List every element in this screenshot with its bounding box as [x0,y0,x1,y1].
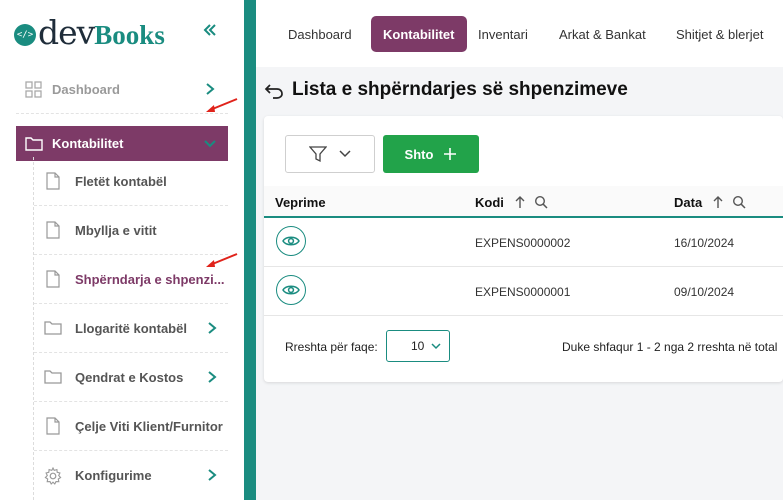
rows-per-page-select[interactable]: 10 [386,330,450,362]
sort-arrow-up-icon[interactable] [712,195,724,209]
chevron-right-icon [204,320,220,336]
sidebar-subitem-mbyllja-e-vitit[interactable]: Mbyllja e vitit [34,206,228,255]
sort-arrow-up-icon[interactable] [514,195,526,209]
filter-funnel-icon [309,146,327,163]
sidebar-subitem-label: Çelje Viti Klient/Furnitor [75,418,223,434]
sidebar: </> dev Books Dashboard Kontabilitet Fle… [0,0,244,500]
folder-icon [43,367,63,387]
search-icon[interactable] [732,195,746,209]
column-title: Kodi [475,194,504,210]
tab-shitjet-blerjet[interactable]: Shitjet & blerjet [664,16,775,52]
cell-date: 09/10/2024 [674,284,735,299]
sidebar-subitem-label: Shpërndarja e shpenzi... [75,271,225,287]
page-header: Lista e shpërndarjes së shpenzimeve [264,78,628,102]
view-button[interactable] [276,226,306,256]
filter-button[interactable] [285,135,375,173]
sidebar-subitem-shperndarja[interactable]: Shpërndarja e shpenzi... [34,255,228,304]
eye-icon [282,236,300,246]
top-navigation: Dashboard Kontabilitet Inventari Arkat &… [256,0,783,67]
add-button[interactable]: Shto [383,135,479,173]
code-badge-icon: </> [14,24,36,46]
annotation-arrow-icon [206,98,238,112]
chevron-down-icon [431,342,441,349]
document-icon [43,220,63,240]
gear-icon [43,466,63,486]
chevron-down-icon [202,136,218,152]
chevron-down-icon [339,150,351,158]
sidebar-subitem-celje-viti[interactable]: Çelje Viti Klient/Furnitor [34,402,228,451]
sidebar-subitem-label: Qendrat e Kostos [75,369,184,385]
column-title: Veprime [275,194,326,210]
sidebar-subitem-fletet-kontabel[interactable]: Fletët kontabël [34,157,228,206]
plus-icon [444,148,457,160]
column-title: Data [674,194,703,210]
collapse-sidebar-button[interactable] [199,18,221,42]
tab-dashboard[interactable]: Dashboard [276,16,364,52]
tab-kontabilitet[interactable]: Kontabilitet [371,16,467,52]
sidebar-subitem-label: Konfigurime [75,468,152,483]
add-button-label: Shto [404,146,434,162]
sidebar-subnav-kontabilitet: Fletët kontabël Mbyllja e vitit Shpërnda… [33,157,228,500]
sidebar-nav: Dashboard Kontabilitet [16,66,228,161]
tab-arkat-bankat[interactable]: Arkat & Bankat [547,16,658,52]
sidebar-subitem-qendrat-e-kostos[interactable]: Qendrat e Kostos [34,353,228,402]
grid-icon [24,80,44,100]
double-chevron-left-icon [203,24,216,36]
tab-inventari[interactable]: Inventari [466,16,540,52]
list-card: Shto Veprime Kodi Data EXPENS0000002 16/… [264,116,783,382]
sidebar-item-dashboard[interactable]: Dashboard [16,66,228,114]
chevron-right-icon [204,369,220,385]
document-icon [43,269,63,289]
sidebar-subitem-label: Mbyllja e vitit [75,222,157,238]
table-row: EXPENS0000002 16/10/2024 [264,218,783,267]
pagination-bar: Rreshta për faqe: 10 Duke shfaqur 1 - 2 … [264,330,783,364]
chevron-right-icon [204,467,220,483]
page-title: Lista e shpërndarjes së shpenzimeve [292,79,628,100]
rows-per-page-label: Rreshta për faqe: [285,340,378,354]
sidebar-subitem-konfigurime[interactable]: Konfigurime [34,451,228,500]
document-icon [43,171,63,191]
cell-code: EXPENS0000002 [475,235,571,250]
document-icon [43,416,63,436]
sidebar-subitem-label: Llogaritë kontabël [75,320,187,336]
sidebar-item-kontabilitet[interactable]: Kontabilitet [16,126,228,161]
pagination-info: Duke shfaqur 1 - 2 nga 2 rreshta në tota… [562,340,778,354]
cell-code: EXPENS0000001 [475,284,571,299]
table-row: EXPENS0000001 09/10/2024 [264,267,783,316]
logo-books-text: Books [94,19,165,50]
eye-icon [282,285,300,295]
back-arrow-icon[interactable] [264,80,284,100]
search-icon[interactable] [534,195,548,209]
column-header-veprime: Veprime [275,186,326,218]
column-header-data[interactable]: Data [674,186,746,218]
view-button[interactable] [276,275,306,305]
folder-icon [43,318,63,338]
sidebar-divider [244,0,256,500]
logo-dev-text: dev [38,12,95,52]
rows-per-page-value: 10 [411,339,425,353]
sidebar-subitem-label: Fletët kontabël [75,173,167,189]
main-content: Dashboard Kontabilitet Inventari Arkat &… [256,0,783,500]
sidebar-item-label: Kontabilitet [52,136,124,151]
folder-icon [24,134,44,154]
sidebar-subitem-llogarite-kontabel[interactable]: Llogaritë kontabël [34,304,228,353]
sidebar-item-label: Dashboard [52,82,120,97]
annotation-arrow-icon [206,253,238,267]
table-header: Veprime Kodi Data [264,186,783,218]
expense-distribution-table: Veprime Kodi Data EXPENS0000002 16/10/20… [264,186,783,316]
cell-date: 16/10/2024 [674,235,735,250]
chevron-right-icon [202,81,218,97]
column-header-kodi[interactable]: Kodi [475,186,548,218]
app-logo[interactable]: </> dev Books [14,12,165,52]
